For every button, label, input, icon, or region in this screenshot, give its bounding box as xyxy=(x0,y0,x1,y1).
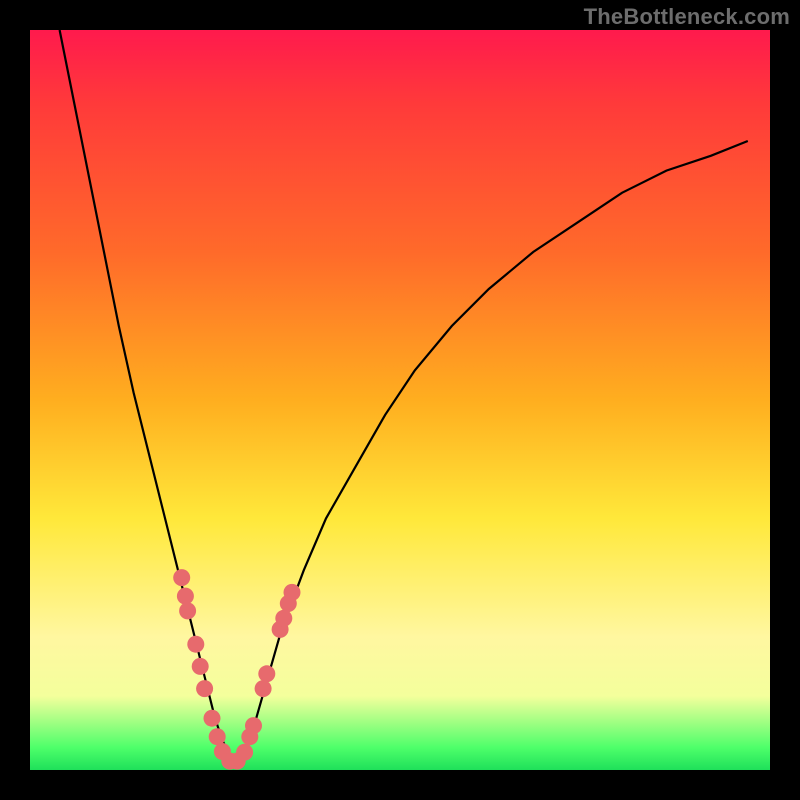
bottleneck-curve xyxy=(60,30,748,763)
marker-dot xyxy=(284,584,301,601)
marker-dot xyxy=(258,665,275,682)
marker-dot xyxy=(187,636,204,653)
plot-area xyxy=(30,30,770,770)
marker-dot xyxy=(177,588,194,605)
marker-dot xyxy=(179,602,196,619)
marker-dot xyxy=(173,569,190,586)
curve-markers xyxy=(173,569,300,770)
outer-frame: TheBottleneck.com xyxy=(0,0,800,800)
chart-svg xyxy=(30,30,770,770)
watermark-text: TheBottleneck.com xyxy=(584,4,790,30)
marker-dot xyxy=(236,744,253,761)
marker-dot xyxy=(192,658,209,675)
marker-dot xyxy=(275,610,292,627)
marker-dot xyxy=(204,710,221,727)
marker-dot xyxy=(196,680,213,697)
marker-dot xyxy=(255,680,272,697)
marker-dot xyxy=(245,717,262,734)
marker-dot xyxy=(209,728,226,745)
